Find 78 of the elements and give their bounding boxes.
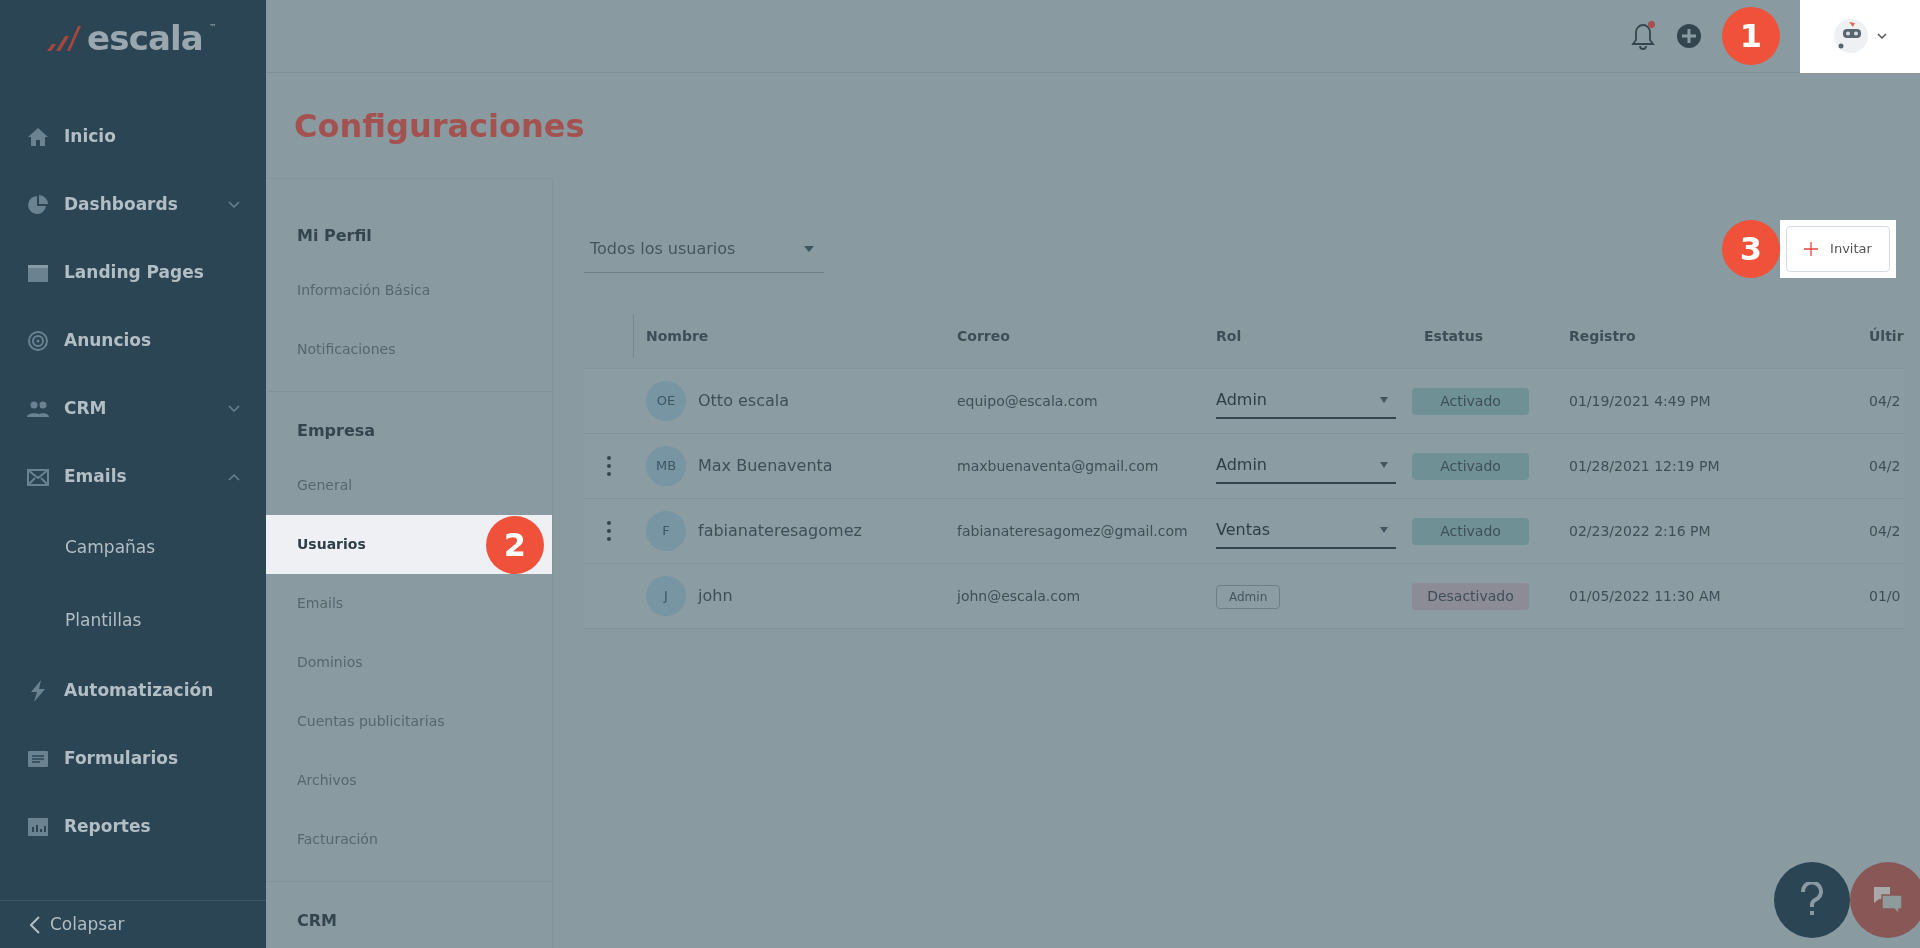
avatar-initials: J bbox=[646, 576, 686, 616]
chat-bubbles-icon bbox=[1872, 885, 1904, 915]
user-menu[interactable] bbox=[1800, 0, 1920, 73]
user-name: Max Buenaventa bbox=[698, 455, 833, 477]
date-cell-text: 02/23/2022 2:16 PM bbox=[1568, 521, 1712, 541]
role-dropdown[interactable]: Admin bbox=[1216, 448, 1396, 484]
nav-icon bbox=[26, 815, 50, 839]
robot-avatar-icon bbox=[1833, 18, 1869, 54]
status-badge: Activado bbox=[1412, 387, 1529, 415]
email-cell-text: john@escala.com bbox=[955, 586, 1082, 606]
status-badge: Desactivado bbox=[1412, 582, 1529, 610]
sidebar-item[interactable]: CRM bbox=[0, 375, 266, 443]
status-badge: Activado bbox=[1412, 517, 1529, 545]
step-number-badge: 3 bbox=[1722, 220, 1780, 278]
user-name: fabianateresagomez bbox=[698, 520, 862, 542]
question-icon bbox=[1800, 882, 1824, 918]
date-cell-text: 01/28/2021 12:19 PM bbox=[1568, 456, 1721, 476]
avatar-initials: F bbox=[646, 511, 686, 551]
sidebar-item[interactable]: Formularios bbox=[0, 725, 266, 793]
section-heading: Empresa bbox=[296, 420, 377, 442]
column-header[interactable]: Estatus bbox=[1412, 325, 1557, 347]
settings-nav-item[interactable]: Usuarios 2 bbox=[266, 515, 552, 574]
date-cell-text: 04/2 bbox=[1868, 521, 1902, 541]
user-name: john bbox=[698, 585, 733, 607]
date-cell-text: 01/0 bbox=[1868, 586, 1902, 606]
column-header[interactable]: Rol bbox=[1204, 325, 1412, 347]
role-dropdown[interactable]: Ventas bbox=[1216, 513, 1396, 549]
sidebar-item[interactable]: Automatización bbox=[0, 657, 266, 725]
logo-bars-icon bbox=[45, 23, 82, 52]
column-header[interactable]: Últir bbox=[1857, 325, 1904, 347]
invite-button[interactable]: Invitar bbox=[1786, 226, 1890, 272]
column-header[interactable]: Registro bbox=[1557, 325, 1857, 347]
user-name: Otto escala bbox=[698, 390, 790, 412]
caret-icon bbox=[1380, 397, 1388, 403]
sidebar-item[interactable]: Landing Pages bbox=[0, 239, 266, 307]
plus-icon bbox=[1804, 242, 1819, 256]
email-cell-text: maxbuenaventa@gmail.com bbox=[956, 456, 1160, 476]
section-heading: Mi Perfil bbox=[296, 225, 373, 247]
email-cell-text: equipo@escala.com bbox=[956, 391, 1099, 411]
step-number-badge: 1 bbox=[1722, 7, 1780, 65]
caret-icon bbox=[1380, 462, 1388, 468]
nav-icon bbox=[26, 329, 50, 353]
date-cell-text: 01/19/2021 4:49 PM bbox=[1568, 391, 1712, 411]
column-header[interactable]: Nombre bbox=[634, 325, 945, 347]
trademark-mark: ™ bbox=[208, 22, 217, 34]
sidebar-item[interactable]: Anuncios bbox=[0, 307, 266, 375]
chevron-down-icon bbox=[1877, 32, 1887, 40]
date-cell-text: 04/2 bbox=[1868, 391, 1902, 411]
chevron-left-icon bbox=[30, 915, 40, 934]
caret-icon bbox=[1380, 527, 1388, 533]
sidebar-subitem[interactable]: Plantillas bbox=[0, 584, 266, 657]
caret-icon bbox=[804, 245, 814, 252]
notifications-bell-icon[interactable] bbox=[1630, 21, 1656, 51]
nav-icon bbox=[26, 193, 50, 217]
sidebar-subitem[interactable]: Campañas bbox=[0, 511, 266, 584]
sidebar-item[interactable]: Reportes bbox=[0, 793, 266, 861]
sidebar-item[interactable]: Inicio bbox=[0, 103, 266, 171]
more-options-icon[interactable] bbox=[607, 521, 611, 541]
email-cell-text: fabianateresagomez@gmail.com bbox=[956, 521, 1189, 541]
status-badge: Activado bbox=[1412, 452, 1529, 480]
date-cell-text: 01/05/2022 11:30 AM bbox=[1568, 586, 1722, 606]
add-circle-icon[interactable] bbox=[1676, 23, 1702, 49]
user-filter-dropdown[interactable]: Todos los usuarios bbox=[584, 225, 824, 273]
date-cell-text: 04/2 bbox=[1868, 456, 1902, 476]
role-dropdown[interactable]: Admin bbox=[1216, 383, 1396, 419]
nav-icon bbox=[26, 125, 50, 149]
collapse-button[interactable]: Colapsar bbox=[0, 900, 266, 948]
page-title: Configuraciones bbox=[294, 105, 585, 147]
sidebar-item[interactable]: Emails bbox=[0, 443, 266, 511]
logo-text: escala bbox=[87, 20, 203, 55]
sidebar-item[interactable]: Dashboards bbox=[0, 171, 266, 239]
section-heading: CRM bbox=[296, 910, 338, 932]
avatar-initials: MB bbox=[646, 446, 686, 486]
more-options-icon[interactable] bbox=[607, 456, 611, 476]
avatar-initials: OE bbox=[646, 381, 686, 421]
column-header[interactable]: Correo bbox=[945, 325, 1204, 347]
role-tag: Admin bbox=[1216, 584, 1281, 609]
step-number-badge: 2 bbox=[486, 515, 544, 574]
